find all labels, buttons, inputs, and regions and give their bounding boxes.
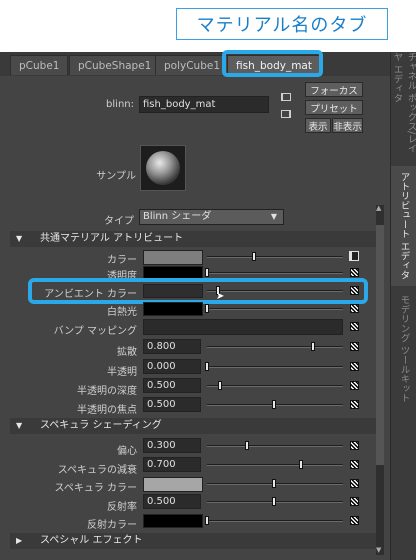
specular-color-slider-handle[interactable]: [272, 479, 276, 488]
translucence-slider[interactable]: [207, 366, 343, 368]
focus-button[interactable]: フォーカス: [305, 82, 363, 97]
translucence-label: 半透明: [107, 367, 137, 378]
tab-attribute-editor[interactable]: アトリビュート エディタ: [391, 166, 416, 286]
incandescence-slider-handle[interactable]: [205, 304, 209, 313]
bump-mapping-field[interactable]: [143, 319, 343, 335]
output-connection-icon[interactable]: [281, 110, 291, 118]
shader-type-dropdown[interactable]: Blinn シェーダ ▼: [139, 209, 284, 225]
map-button-icon[interactable]: [350, 460, 359, 469]
tab-name-callout: マテリアル名のタブ: [176, 8, 388, 40]
specular-rolloff-slider[interactable]: [207, 464, 343, 466]
map-button-icon[interactable]: [350, 322, 359, 331]
shader-type-value: Blinn シェーダ: [143, 211, 212, 222]
reflectivity-label: 反射率: [107, 502, 137, 513]
tab-pcubeshape1[interactable]: pCubeShape1: [69, 55, 161, 75]
eccentricity-slider[interactable]: [207, 445, 343, 447]
scrollbar[interactable]: [376, 205, 384, 555]
bump-mapping-label: バンプ マッピング: [53, 326, 137, 337]
color-slider[interactable]: [207, 256, 343, 258]
translucence-focus-field[interactable]: 0.500: [143, 397, 201, 412]
specular-rolloff-slider-handle[interactable]: [299, 460, 303, 469]
scroll-down-icon[interactable]: ▼: [376, 546, 381, 554]
eccentricity-label: 偏心: [117, 446, 137, 457]
tab-channel-box[interactable]: チャネル ボックス/レイヤ エディタ: [391, 52, 416, 162]
ambient-color-highlight-box: [28, 278, 368, 304]
map-button-icon[interactable]: [350, 479, 359, 488]
type-label: タイプ: [104, 216, 134, 227]
expand-triangle-icon: ▶: [16, 536, 23, 545]
connected-icon[interactable]: [349, 251, 359, 261]
map-button-icon[interactable]: [350, 400, 359, 409]
tab-highlight-box: [222, 50, 323, 77]
sample-label: サンプル: [96, 171, 136, 182]
node-type-label: blinn:: [106, 99, 134, 110]
diffuse-field[interactable]: 0.800: [143, 339, 201, 354]
map-button-icon[interactable]: [350, 441, 359, 450]
chevron-down-icon: ▼: [270, 212, 277, 221]
specular-color-label: スペキュラ カラー: [54, 483, 137, 494]
translucence-depth-label: 半透明の深度: [77, 386, 137, 397]
eccentricity-field[interactable]: 0.300: [143, 438, 201, 453]
translucence-focus-label: 半透明の焦点: [77, 405, 137, 416]
eccentricity-slider-handle[interactable]: [245, 441, 249, 450]
preset-button[interactable]: プリセット: [305, 100, 363, 115]
translucence-slider-handle[interactable]: [205, 362, 209, 371]
color-slider-handle[interactable]: [252, 252, 256, 261]
reflected-color-swatch[interactable]: [143, 514, 203, 528]
show-button[interactable]: 表示: [305, 118, 331, 133]
node-name-field[interactable]: fish_body_mat: [139, 96, 269, 113]
diffuse-slider-handle[interactable]: [311, 342, 315, 351]
map-button-icon[interactable]: [350, 304, 359, 313]
input-connection-icon[interactable]: [281, 93, 291, 101]
section-special-effects[interactable]: ▶ スペシャル エフェクト: [10, 533, 376, 549]
collapse-triangle-icon: ▼: [16, 234, 23, 243]
map-button-icon[interactable]: [350, 497, 359, 506]
section-common-material[interactable]: ▼ 共通マテリアル アトリビュート: [10, 231, 376, 247]
scrollbar-thumb[interactable]: [376, 225, 384, 465]
reflectivity-slider-handle[interactable]: [272, 497, 276, 506]
map-button-icon[interactable]: [350, 362, 359, 371]
transparency-slider-handle[interactable]: [205, 268, 209, 277]
section-specular-shading[interactable]: ▼ スペキュラ シェーディング: [10, 418, 376, 434]
map-button-icon[interactable]: [350, 516, 359, 525]
color-swatch[interactable]: [143, 250, 203, 265]
reflected-color-slider-handle[interactable]: [205, 516, 209, 525]
tab-polycube1[interactable]: polyCube1: [155, 55, 230, 75]
translucence-focus-slider-handle[interactable]: [272, 400, 276, 409]
incandescence-swatch[interactable]: [143, 302, 203, 316]
translucence-depth-field[interactable]: 0.500: [143, 378, 201, 393]
tab-pcube1[interactable]: pCube1: [10, 55, 69, 75]
specular-color-swatch[interactable]: [143, 477, 203, 492]
tab-modeling-toolkit[interactable]: モデリング ツールキット: [391, 290, 416, 408]
diffuse-slider[interactable]: [207, 346, 343, 348]
material-sample-swatch: [140, 145, 186, 191]
sample-sphere: [146, 151, 180, 185]
right-vertical-tab-panel: チャネル ボックス/レイヤ エディタ アトリビュート エディタ モデリング ツー…: [390, 52, 416, 560]
translucence-depth-slider-handle[interactable]: [218, 381, 222, 390]
reflected-color-label: 反射カラー: [87, 520, 137, 531]
collapse-triangle-icon: ▼: [16, 421, 23, 430]
reflected-color-slider[interactable]: [207, 520, 343, 522]
specular-rolloff-label: スペキュラの減衰: [57, 465, 137, 476]
incandescence-slider[interactable]: [207, 308, 343, 310]
map-button-icon[interactable]: [350, 342, 359, 351]
scroll-up-icon[interactable]: ▲: [376, 204, 381, 212]
color-label: カラー: [107, 255, 137, 266]
map-button-icon[interactable]: [350, 268, 359, 277]
translucence-depth-slider[interactable]: [207, 385, 343, 387]
diffuse-label: 拡散: [117, 347, 137, 358]
map-button-icon[interactable]: [350, 381, 359, 390]
specular-rolloff-field[interactable]: 0.700: [143, 457, 201, 472]
hide-button[interactable]: 非表示: [332, 118, 363, 133]
reflectivity-field[interactable]: 0.500: [143, 494, 201, 509]
transparency-slider[interactable]: [207, 272, 343, 274]
translucence-field[interactable]: 0.000: [143, 359, 201, 374]
incandescence-label: 白熱光: [107, 307, 137, 318]
